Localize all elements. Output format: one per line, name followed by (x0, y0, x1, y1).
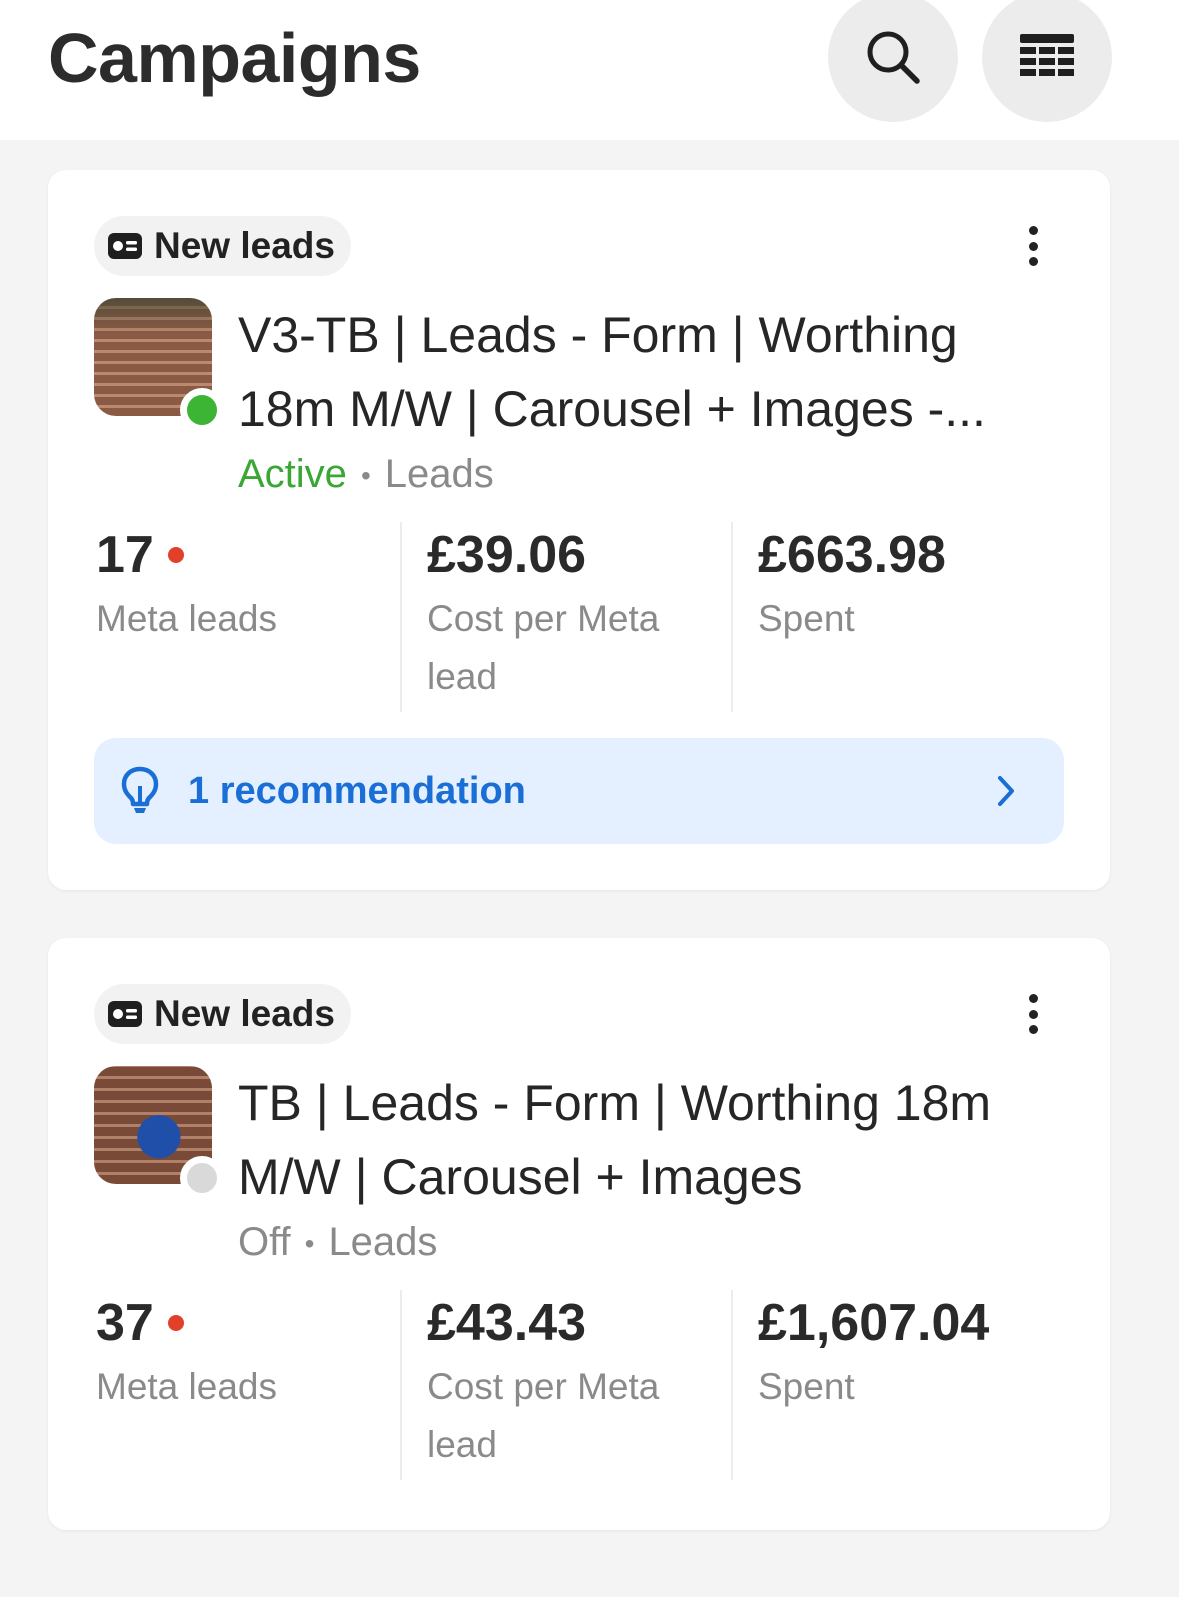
new-leads-badge[interactable]: New leads (94, 984, 351, 1044)
metric-label: Meta leads (96, 1366, 277, 1407)
lead-form-icon (108, 233, 142, 259)
objective-text: Leads (328, 1220, 438, 1264)
lightbulb-icon (121, 766, 159, 813)
status-text: Off (238, 1220, 291, 1264)
top-bar: Campaigns (0, 0, 1179, 140)
divider (400, 1290, 402, 1480)
search-icon (867, 31, 920, 84)
metric-value: £39.06 (427, 526, 587, 584)
metric-value-text: 37 (96, 1294, 154, 1352)
alert-dot (167, 547, 184, 563)
divider (400, 522, 402, 712)
more-icon-dot (1028, 257, 1038, 266)
metric-value: £1,607.04 (758, 1294, 990, 1352)
campaign-name[interactable]: TB | Leads - Form | Worthing 18m M/W | C… (238, 1066, 1058, 1214)
metric-meta-leads[interactable]: 37 Meta leads (96, 1290, 396, 1480)
status-line: Off • Leads (238, 1218, 437, 1268)
lead-form-icon (108, 1001, 142, 1027)
status-indicator (180, 388, 224, 432)
campaign-card[interactable]: New leads V3-TB | Leads - Form | Worthin… (48, 170, 1110, 890)
chevron-right-icon (998, 776, 1014, 806)
metric-label: Spent (758, 598, 855, 639)
separator-dot: • (360, 460, 371, 492)
metric-label: Spent (758, 1366, 855, 1407)
search-button[interactable] (828, 0, 958, 122)
separator-dot: • (304, 1228, 315, 1260)
campaign-card[interactable]: New leads TB | Leads - Form | Worthing 1… (48, 938, 1110, 1530)
metric-cost-per-lead[interactable]: £39.06 Cost per Meta lead (427, 522, 727, 712)
recommendation-label: 1 recommendation (188, 769, 526, 812)
badge-label: New leads (154, 225, 335, 266)
page-title: Campaigns (48, 19, 421, 97)
metric-value: 37 (96, 1290, 396, 1356)
more-icon-dot (1028, 1009, 1038, 1019)
alert-dot (167, 1315, 184, 1331)
status-text: Active (238, 452, 347, 496)
metric-value: £663.98 (758, 526, 946, 584)
metrics-row: 37 Meta leads £43.43 Cost per Meta lead … (48, 1290, 1110, 1480)
objective-text: Leads (384, 452, 494, 496)
badge-label: New leads (154, 993, 335, 1034)
more-icon-dot (1028, 1025, 1038, 1034)
divider (731, 1290, 733, 1480)
metric-value: 17 (96, 522, 396, 588)
campaign-name[interactable]: V3-TB | Leads - Form | Worthing 18m M/W … (238, 298, 1058, 446)
recommendation-banner[interactable]: 1 recommendation (94, 738, 1064, 844)
divider (731, 522, 733, 712)
more-options-button[interactable] (1008, 220, 1058, 272)
metrics-row: 17 Meta leads £39.06 Cost per Meta lead … (48, 522, 1110, 712)
metric-spent[interactable]: £663.98 Spent (758, 522, 1058, 712)
metric-meta-leads[interactable]: 17 Meta leads (96, 522, 396, 712)
more-icon (1028, 994, 1038, 1003)
metric-value: £43.43 (427, 1294, 587, 1352)
more-icon (1028, 226, 1038, 235)
status-line: Active • Leads (238, 450, 494, 500)
metric-value-text: 17 (96, 526, 154, 584)
metric-label: Cost per Meta lead (427, 1366, 660, 1465)
more-options-button[interactable] (1008, 988, 1058, 1040)
new-leads-badge[interactable]: New leads (94, 216, 351, 276)
more-icon-dot (1028, 241, 1038, 251)
status-indicator (180, 1156, 224, 1200)
table-columns-button[interactable] (982, 0, 1112, 122)
metric-label: Cost per Meta lead (427, 598, 660, 697)
metric-label: Meta leads (96, 598, 277, 639)
table-columns-icon (1020, 34, 1074, 76)
metric-spent[interactable]: £1,607.04 Spent (758, 1290, 1058, 1480)
metric-cost-per-lead[interactable]: £43.43 Cost per Meta lead (427, 1290, 727, 1480)
